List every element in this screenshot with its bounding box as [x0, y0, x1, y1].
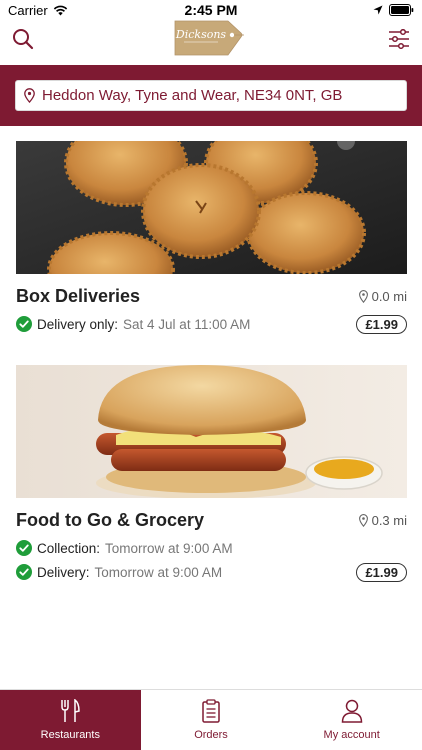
restaurant-name: Box Deliveries	[16, 286, 141, 306]
status-icons	[373, 4, 414, 16]
battery-icon	[389, 4, 414, 16]
cutlery-icon	[61, 699, 81, 722]
restaurant-card-food-to-go[interactable]: Food to Go & Grocery 0.3 mi Collection: …	[16, 365, 407, 584]
tab-label: Restaurants	[40, 729, 100, 741]
search-icon	[13, 29, 34, 50]
distance-value: 0.3 mi	[371, 513, 407, 528]
tab-restaurants[interactable]: Restaurants	[0, 690, 141, 750]
tab-bar: Restaurants Orders My account	[0, 689, 422, 750]
tab-label: Orders	[194, 729, 228, 741]
pies-photo	[16, 141, 407, 274]
info-row: Collection: Tomorrow at 9:00 AM	[16, 536, 407, 560]
check-circle-icon	[16, 540, 32, 556]
dicksons-logo: Dicksons	[174, 20, 244, 56]
info-row: Delivery only: Sat 4 Jul at 11:00 AM £1.…	[16, 312, 407, 336]
tab-label: My account	[323, 729, 380, 741]
option-label: Collection:	[37, 540, 101, 556]
distance: 0.3 mi	[358, 513, 407, 528]
info-row: Delivery: Tomorrow at 9:00 AM £1.99	[16, 560, 407, 584]
svg-text:Dicksons: Dicksons	[175, 28, 227, 41]
tab-my-account[interactable]: My account	[281, 690, 422, 750]
location-band: Heddon Way, Tyne and Wear, NE34 0NT, GB	[0, 65, 422, 126]
option-value: Tomorrow at 9:00 AM	[105, 540, 233, 556]
check-circle-icon	[16, 316, 32, 332]
app-header: Dicksons	[0, 20, 422, 65]
option-label: Delivery only:	[37, 316, 119, 332]
map-pin-icon	[24, 88, 35, 103]
location-field[interactable]: Heddon Way, Tyne and Wear, NE34 0NT, GB	[15, 80, 407, 111]
search-button[interactable]	[10, 26, 36, 52]
fee-badge: £1.99	[356, 314, 407, 334]
check-circle-icon	[16, 564, 32, 580]
location-arrow-icon	[373, 5, 383, 15]
restaurant-name: Food to Go & Grocery	[16, 510, 205, 530]
tab-orders[interactable]: Orders	[141, 690, 282, 750]
filter-button[interactable]	[386, 26, 412, 52]
hotdog-photo	[16, 365, 407, 498]
restaurant-card-box-deliveries[interactable]: Box Deliveries 0.0 mi Delivery only: Sat…	[16, 141, 407, 336]
location-address: Heddon Way, Tyne and Wear, NE34 0NT, GB	[42, 87, 343, 104]
sliders-icon	[389, 29, 409, 49]
clipboard-icon	[202, 699, 220, 723]
option-value: Tomorrow at 9:00 AM	[94, 564, 223, 580]
distance: 0.0 mi	[358, 289, 407, 304]
option-label: Delivery:	[37, 564, 90, 580]
status-bar: Carrier 2:45 PM	[0, 0, 422, 20]
carrier-label: Carrier	[8, 2, 48, 18]
wifi-icon	[53, 5, 67, 15]
distance-value: 0.0 mi	[371, 289, 407, 304]
map-pin-icon	[358, 514, 368, 527]
person-icon	[341, 699, 362, 723]
fee-badge: £1.99	[356, 562, 407, 582]
map-pin-icon	[358, 290, 368, 303]
carrier-info: Carrier	[8, 3, 68, 18]
option-value: Sat 4 Jul at 11:00 AM	[123, 316, 251, 332]
